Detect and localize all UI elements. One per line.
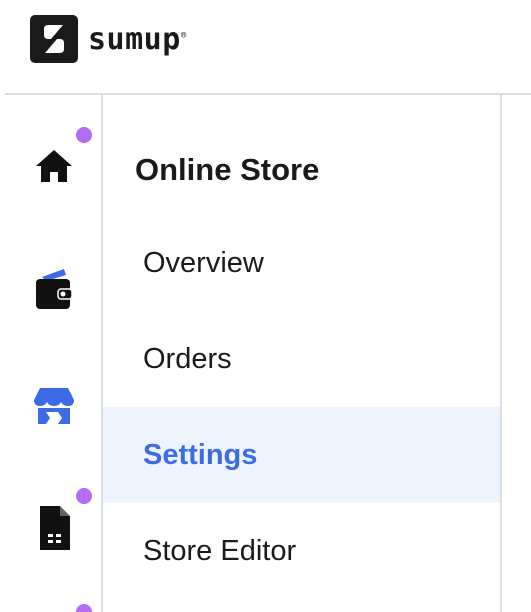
menu-item-store-editor[interactable]: Store Editor [103, 503, 500, 599]
sumup-logo[interactable]: sumup® [30, 15, 187, 63]
menu-item-settings[interactable]: Settings [103, 407, 500, 503]
sumup-logo-icon [30, 15, 78, 63]
storefront-icon [34, 388, 74, 424]
rail-item-home[interactable] [26, 138, 82, 194]
menu-title: Online Store [135, 152, 320, 187]
invoice-icon [40, 506, 70, 550]
online-store-menu: Online Store Overview Orders Settings St… [103, 95, 500, 612]
menu-item-orders[interactable]: Orders [103, 311, 500, 407]
wallet-icon [36, 269, 73, 309]
menu-item-overview[interactable]: Overview [103, 215, 500, 311]
home-icon [36, 150, 72, 182]
top-bar: sumup® [0, 0, 531, 93]
brand-name: sumup® [88, 21, 187, 57]
rail-item-online-store[interactable] [26, 378, 82, 434]
panel-divider [500, 95, 502, 612]
notification-dot [76, 127, 92, 143]
notification-dot [76, 488, 92, 504]
rail-item-wallet[interactable] [26, 262, 82, 318]
rail-item-invoices[interactable] [26, 500, 82, 556]
